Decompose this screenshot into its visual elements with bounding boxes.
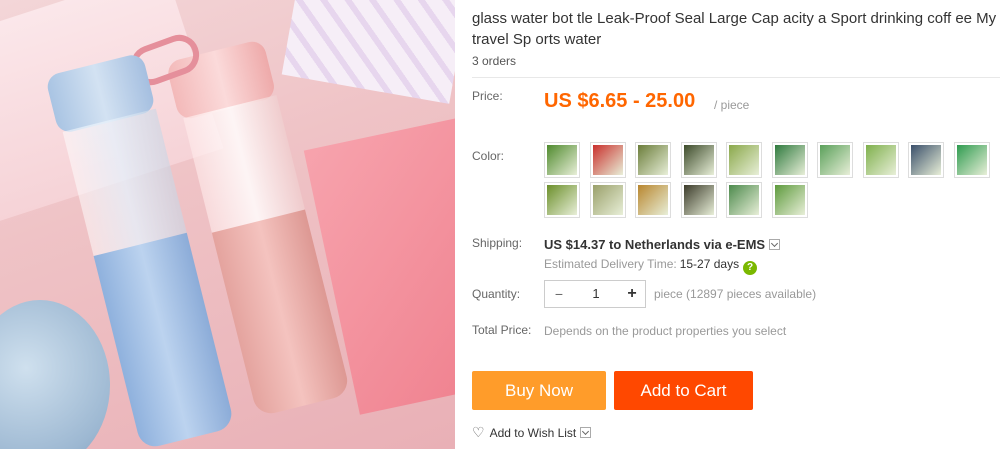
add-to-cart-button[interactable]: Add to Cart [614, 371, 753, 410]
color-label: Color: [472, 149, 505, 163]
delivery-value: 15-27 days [679, 257, 740, 271]
wish-list-label: Add to Wish List [489, 426, 577, 440]
color-swatch[interactable] [589, 142, 626, 178]
product-image[interactable] [0, 0, 455, 449]
color-swatch[interactable] [771, 182, 808, 218]
color-swatch[interactable] [544, 142, 580, 178]
delivery-time: Estimated Delivery Time: 15-27 days? [544, 257, 758, 275]
color-swatch[interactable] [726, 182, 762, 218]
quantity-input[interactable]: 1 [573, 281, 619, 307]
color-swatch[interactable] [635, 142, 671, 178]
price-value: US $6.65 - 25.00 [544, 90, 696, 112]
delivery-label: Estimated Delivery Time: [544, 257, 677, 271]
color-swatch[interactable] [771, 142, 808, 178]
help-icon[interactable]: ? [743, 261, 758, 275]
color-swatch[interactable] [680, 182, 717, 218]
color-swatch[interactable] [589, 182, 626, 218]
add-to-wish-list[interactable]: ♡ Add to Wish List [472, 424, 592, 441]
heart-icon: ♡ [472, 424, 485, 440]
product-title[interactable]: glass water bot tle Leak-Proof Seal Larg… [472, 8, 997, 50]
price-unit: / piece [714, 98, 750, 112]
total-price-label: Total Price: [472, 323, 532, 337]
flowers-shape [0, 300, 110, 449]
color-swatch[interactable] [817, 142, 853, 178]
chevron-down-icon[interactable] [769, 239, 781, 250]
color-swatch[interactable] [908, 142, 944, 178]
divider [472, 77, 1000, 78]
order-count: 3 orders [472, 54, 517, 68]
color-swatch[interactable] [635, 182, 671, 218]
total-price-value: Depends on the product properties you se… [544, 324, 787, 338]
shipping-label: Shipping: [472, 236, 523, 250]
color-swatch[interactable] [953, 142, 990, 178]
color-swatch[interactable] [680, 142, 717, 178]
price-label: Price: [472, 89, 503, 103]
chevron-down-icon[interactable] [580, 427, 592, 438]
decrease-button[interactable]: − [545, 281, 573, 307]
quantity-label: Quantity: [472, 287, 521, 301]
color-swatch[interactable] [544, 182, 580, 218]
buy-now-button[interactable]: Buy Now [472, 371, 606, 410]
quantity-stepper: − 1 + [544, 280, 646, 308]
increase-button[interactable]: + [619, 281, 645, 307]
availability: piece (12897 pieces available) [654, 287, 817, 301]
color-swatch[interactable] [862, 142, 899, 178]
shipping-option[interactable]: US $14.37 to Netherlands via e-EMS [544, 237, 781, 252]
shipping-value: US $14.37 to Netherlands via e-EMS [544, 237, 766, 252]
color-swatch[interactable] [726, 142, 762, 178]
